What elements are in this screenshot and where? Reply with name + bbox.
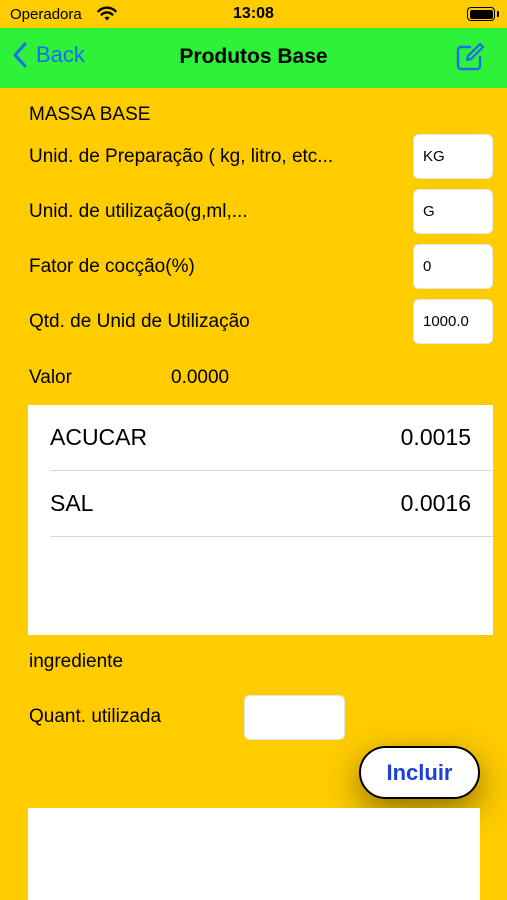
valor-label: Valor [29, 367, 72, 388]
ingredients-table: ACUCAR 0.0015 SAL 0.0016 [28, 405, 493, 635]
ingredient-picker-panel[interactable] [28, 808, 480, 900]
quantity-used-label: Quant. utilizada [29, 706, 162, 727]
ingredient-name: ACUCAR [50, 424, 148, 450]
section-title: MASSA BASE [29, 104, 151, 125]
table-row[interactable]: ACUCAR 0.0015 [50, 405, 493, 471]
ingredient-value: 0.0015 [400, 424, 471, 450]
cooking-factor-field[interactable]: 0 [413, 244, 493, 289]
battery-icon [467, 7, 495, 21]
ingredient-name: SAL [50, 490, 94, 516]
usage-unit-field[interactable]: G [413, 189, 493, 234]
include-button[interactable]: Incluir [359, 746, 480, 799]
ingredient-label: ingrediente [29, 651, 124, 672]
usage-quantity-label: Qtd. de Unid de Utilização [29, 311, 250, 332]
quantity-used-field[interactable] [244, 695, 345, 740]
usage-unit-label: Unid. de utilização(g,ml,... [29, 201, 248, 222]
ingredient-value: 0.0016 [400, 490, 471, 516]
preparation-unit-field[interactable]: KG [413, 134, 493, 179]
cooking-factor-label: Fator de cocção(%) [29, 256, 195, 277]
table-row[interactable]: SAL 0.0016 [50, 471, 493, 537]
compose-icon[interactable] [455, 42, 485, 72]
usage-quantity-field[interactable]: 1000.0 [413, 299, 493, 344]
preparation-unit-label: Unid. de Preparação ( kg, litro, etc... [29, 146, 334, 167]
navigation-bar: Back Produtos Base [0, 28, 507, 88]
battery-tip [497, 11, 499, 17]
status-bar: Operadora 13:08 [0, 0, 507, 28]
valor-amount: 0.0000 [171, 367, 230, 388]
page-title: Produtos Base [179, 45, 328, 68]
clock-label: 13:08 [233, 5, 274, 22]
